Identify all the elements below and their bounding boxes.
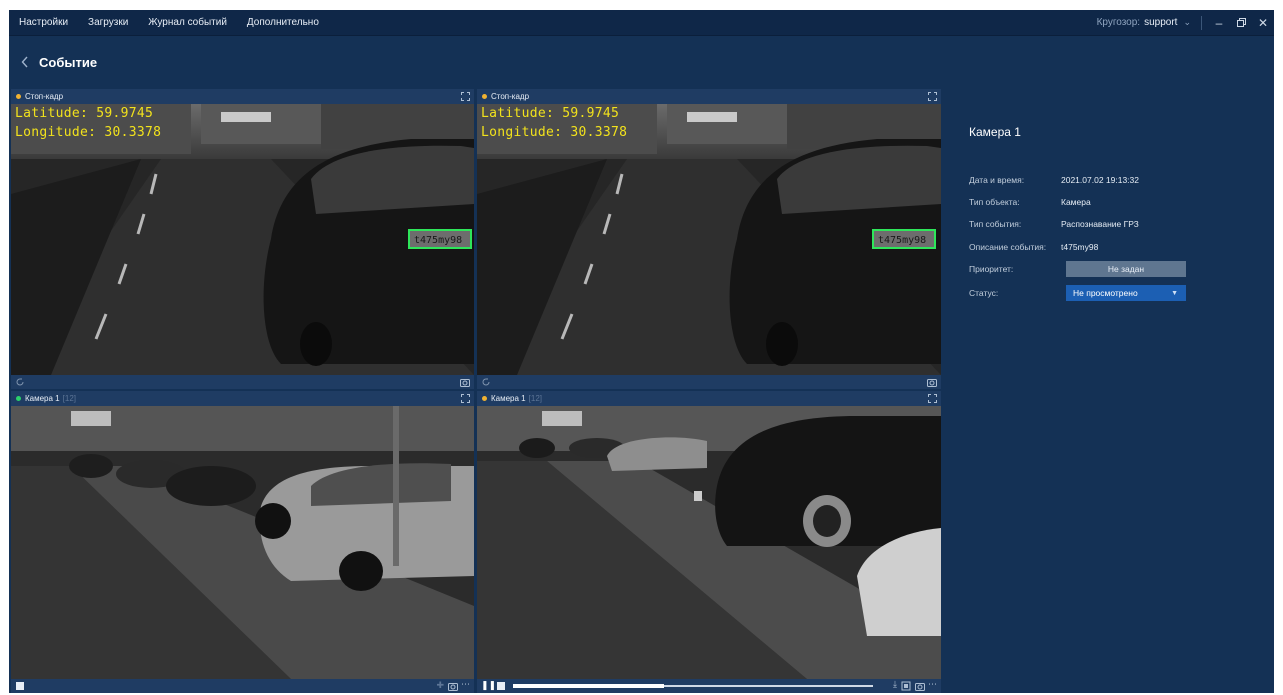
detail-row: Дата и время: 2021.07.02 19:13:32	[969, 172, 1139, 188]
detail-label: Описание события:	[969, 242, 1047, 252]
expand-icon[interactable]	[461, 92, 470, 101]
video-tile-snapshot-1[interactable]: Стоп-кадр t475my98 Latitude: 59.9745 Lon…	[11, 89, 474, 389]
event-details-panel: Камера 1 Дата и время: 2021.07.02 19:13:…	[944, 89, 1274, 693]
detail-label: Тип объекта:	[969, 197, 1020, 207]
camera-title: Камера 1	[969, 125, 1021, 139]
camera-frame-image: t475my98	[477, 104, 941, 375]
tile-channel: [12]	[528, 394, 542, 403]
divider	[1201, 15, 1202, 30]
minimize-icon[interactable]: –	[1208, 10, 1230, 35]
detail-value: Камера	[1061, 197, 1091, 207]
longitude-overlay: Longitude: 30.3378	[15, 125, 162, 140]
detail-value: t475my98	[1061, 242, 1099, 252]
priority-row: Приоритет:	[969, 261, 1061, 277]
menu-downloads[interactable]: Загрузки	[88, 17, 128, 28]
camera-frame-image: t475my98	[11, 104, 474, 375]
more-icon[interactable]: ⋯	[928, 679, 937, 690]
app-window: Настройки Загрузки Журнал событий Дополн…	[9, 10, 1274, 693]
plate-text: t475my98	[878, 235, 926, 246]
menu-settings[interactable]: Настройки	[19, 17, 68, 28]
page-header: Событие	[9, 36, 1274, 88]
camera-snapshot-icon[interactable]	[460, 377, 470, 387]
download-icon[interactable]: ⤓	[893, 679, 897, 690]
camera-snapshot-icon[interactable]	[927, 377, 937, 387]
refresh-icon[interactable]	[481, 377, 491, 387]
video-tile-camera-1[interactable]: Камера 1 [12] ✚ ⋯	[11, 391, 474, 693]
close-icon[interactable]: ✕	[1252, 10, 1274, 35]
video-tile-snapshot-2[interactable]: Стоп-кадр t475my98 Latitude: 59.9745 Lon…	[477, 89, 941, 389]
page-title: Событие	[39, 54, 98, 70]
status-dot	[16, 396, 21, 401]
playback-bar: ❚❚ ⤓ ⋯	[477, 679, 941, 693]
move-icon[interactable]: ✚	[436, 680, 444, 691]
status-select[interactable]: Не просмотрено ▼	[1066, 285, 1186, 301]
export-icon[interactable]	[901, 681, 911, 691]
detail-value: Распознавание ГРЗ	[1061, 219, 1139, 229]
tile-header: Стоп-кадр	[11, 89, 474, 104]
priority-button[interactable]: Не задан	[1066, 261, 1186, 277]
select-checkbox[interactable]	[16, 682, 24, 690]
tile-footer	[477, 375, 941, 389]
user-menu[interactable]: support	[1144, 17, 1177, 28]
camera-live-image	[477, 406, 941, 679]
user-label: Кругозор:	[1096, 17, 1141, 28]
menu-extra[interactable]: Дополнительно	[247, 17, 319, 28]
status-dot	[482, 396, 487, 401]
tile-title: Стоп-кадр	[491, 92, 530, 101]
expand-icon[interactable]	[928, 394, 937, 403]
tile-title: Камера 1	[25, 394, 60, 403]
tile-header: Стоп-кадр	[477, 89, 941, 104]
back-arrow-icon[interactable]	[17, 54, 33, 70]
status-row: Статус:	[969, 285, 1061, 301]
status-label: Статус:	[969, 288, 999, 298]
expand-icon[interactable]	[928, 92, 937, 101]
video-tile-camera-1-archive[interactable]: Камера 1 [12] ❚❚ ⤓ ⋯	[477, 391, 941, 693]
tile-footer: ✚ ⋯	[11, 679, 474, 693]
tile-title: Камера 1	[491, 394, 526, 403]
detail-label: Дата и время:	[969, 175, 1025, 185]
expand-icon[interactable]	[461, 394, 470, 403]
menu-event-log[interactable]: Журнал событий	[148, 17, 227, 28]
chevron-down-icon: ▼	[1171, 289, 1178, 297]
detail-row: Описание события: t475my98	[969, 239, 1098, 255]
status-dot	[482, 94, 487, 99]
menu-bar: Настройки Загрузки Журнал событий Дополн…	[9, 10, 1274, 36]
detail-row: Тип объекта: Камера	[969, 194, 1091, 210]
refresh-icon[interactable]	[15, 377, 25, 387]
playback-progress	[513, 684, 665, 688]
plate-text: t475my98	[414, 235, 462, 246]
status-dot	[16, 94, 21, 99]
pause-icon[interactable]: ❚❚	[481, 680, 496, 691]
chevron-down-icon[interactable]: ⌄	[1183, 17, 1191, 28]
camera-snapshot-icon[interactable]	[915, 681, 925, 691]
tile-header: Камера 1 [12]	[11, 391, 474, 406]
detail-row: Тип события: Распознавание ГРЗ	[969, 216, 1139, 232]
playback-timeline[interactable]	[513, 684, 873, 688]
tile-footer	[11, 375, 474, 389]
stop-icon[interactable]	[497, 682, 505, 690]
latitude-overlay: Latitude: 59.9745	[15, 106, 154, 121]
camera-snapshot-icon[interactable]	[448, 681, 458, 691]
more-icon[interactable]: ⋯	[461, 679, 470, 690]
status-value: Не просмотрено	[1073, 288, 1138, 298]
restore-icon[interactable]	[1230, 10, 1252, 35]
camera-live-image	[11, 406, 474, 679]
tile-title: Стоп-кадр	[25, 92, 64, 101]
longitude-overlay: Longitude: 30.3378	[481, 125, 628, 140]
latitude-overlay: Latitude: 59.9745	[481, 106, 620, 121]
detail-label: Тип события:	[969, 219, 1022, 229]
tile-header: Камера 1 [12]	[477, 391, 941, 406]
priority-label: Приоритет:	[969, 264, 1014, 274]
detail-value: 2021.07.02 19:13:32	[1061, 175, 1139, 185]
tile-channel: [12]	[62, 394, 76, 403]
video-grid: Стоп-кадр t475my98 Latitude: 59.9745 Lon…	[11, 89, 941, 693]
